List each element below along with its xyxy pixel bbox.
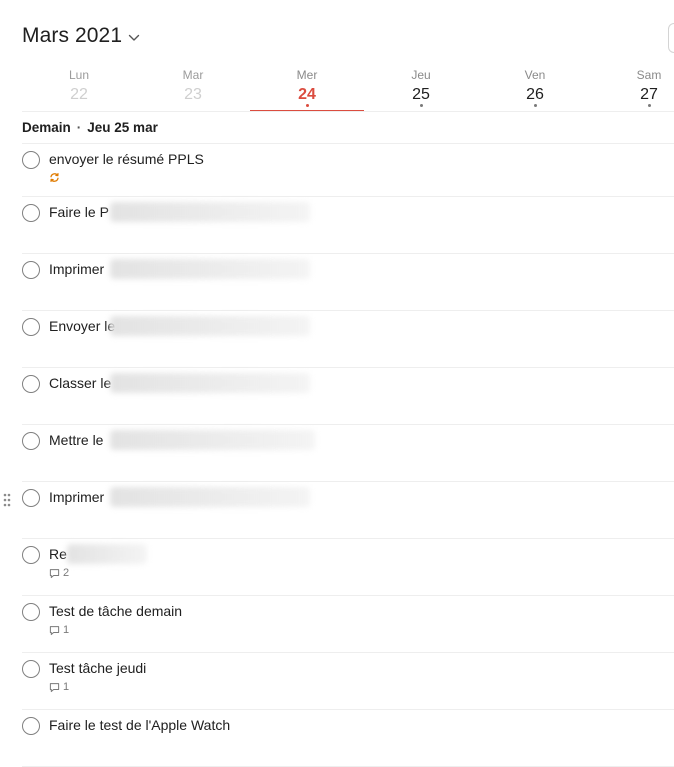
task-title[interactable]: Envoyer le (49, 318, 115, 334)
section-label: Demain (22, 120, 71, 135)
day-number: 24 (298, 86, 316, 103)
task-checkbox[interactable] (22, 660, 40, 678)
week-strip: Lun 22 Mar 23 Mer 24 Jeu 25 Ven 26 Sam 2… (22, 62, 674, 112)
task-indicator-dot (647, 104, 651, 107)
month-selector[interactable]: Mars 2021 (22, 24, 140, 48)
task-item[interactable]: Classer le (22, 368, 674, 425)
comment-icon (49, 682, 60, 692)
day-mon[interactable]: Lun 22 (22, 62, 136, 112)
redacted-text (110, 202, 310, 222)
day-fri[interactable]: Ven 26 (478, 62, 592, 112)
task-title[interactable]: Imprimer (49, 489, 104, 505)
task-checkbox[interactable] (22, 375, 40, 393)
task-checkbox[interactable] (22, 318, 40, 336)
task-indicator-dot (305, 104, 309, 107)
task-item[interactable]: Faire le test de l'Apple Watch (22, 710, 674, 767)
task-title[interactable]: Mettre le (49, 432, 103, 448)
task-title[interactable]: Faire le test de l'Apple Watch (49, 717, 230, 733)
task-checkbox[interactable] (22, 603, 40, 621)
week-divider (22, 111, 674, 112)
redacted-text (110, 373, 310, 393)
task-title[interactable]: Classer le (49, 375, 111, 391)
task-meta: 2 (49, 567, 69, 579)
day-number: 22 (70, 86, 88, 103)
task-checkbox[interactable] (22, 432, 40, 450)
comment-icon (49, 625, 60, 635)
redacted-text (110, 259, 310, 279)
task-checkbox[interactable] (22, 204, 40, 222)
task-checkbox[interactable] (22, 546, 40, 564)
task-item[interactable]: Imprimer (22, 254, 674, 311)
chevron-down-icon (128, 34, 140, 41)
recurring-icon (50, 173, 59, 182)
task-checkbox[interactable] (22, 717, 40, 735)
task-item[interactable]: Envoyer le (22, 311, 674, 368)
task-item[interactable]: Re 2 (22, 539, 674, 596)
task-list: envoyer le résumé PPLS Faire le P Imprim… (0, 144, 674, 767)
task-item[interactable]: Test de tâche demain 1 (22, 596, 674, 653)
comment-count: 2 (63, 567, 70, 579)
task-item[interactable]: Test tâche jeudi 1 (22, 653, 674, 710)
redacted-text (110, 430, 315, 450)
day-name: Ven (524, 68, 546, 82)
task-item[interactable]: envoyer le résumé PPLS (22, 144, 674, 197)
task-title[interactable]: envoyer le résumé PPLS (49, 151, 204, 167)
redacted-text (110, 316, 310, 336)
day-sat[interactable]: Sam 27 (592, 62, 674, 112)
task-title[interactable]: Test tâche jeudi (49, 660, 146, 676)
day-name: Jeu (411, 68, 431, 82)
redacted-text (110, 487, 310, 507)
task-checkbox[interactable] (22, 151, 40, 169)
task-meta: 1 (49, 681, 69, 693)
day-name: Mer (296, 68, 318, 82)
day-number: 27 (640, 86, 658, 103)
redacted-text (67, 544, 147, 564)
day-number: 26 (526, 86, 544, 103)
comment-icon (49, 568, 60, 578)
task-title[interactable]: Test de tâche demain (49, 603, 182, 619)
task-meta: 1 (49, 624, 69, 636)
day-thu[interactable]: Jeu 25 (364, 62, 478, 112)
day-name: Mar (182, 68, 204, 82)
task-item[interactable]: Mettre le (22, 425, 674, 482)
task-title[interactable]: Imprimer (49, 261, 104, 277)
task-indicator-dot (419, 104, 423, 107)
day-number: 23 (184, 86, 202, 103)
view-options-button[interactable] (668, 23, 674, 53)
day-name: Sam (636, 68, 662, 82)
day-tue[interactable]: Mar 23 (136, 62, 250, 112)
day-number: 25 (412, 86, 430, 103)
task-meta (49, 172, 63, 183)
task-item[interactable]: Faire le P (22, 197, 674, 254)
task-title[interactable]: Faire le P (49, 204, 109, 220)
day-wed[interactable]: Mer 24 (250, 62, 364, 112)
task-checkbox[interactable] (22, 261, 40, 279)
task-item[interactable]: Imprimer (22, 482, 674, 539)
comment-count: 1 (63, 681, 70, 693)
comment-count: 1 (63, 624, 70, 636)
section-header: Demain · Jeu 25 mar (22, 120, 158, 135)
task-indicator-dot (533, 104, 537, 107)
day-name: Lun (68, 68, 90, 82)
section-date: Jeu 25 mar (87, 120, 158, 135)
task-checkbox[interactable] (22, 489, 40, 507)
month-title: Mars 2021 (22, 24, 123, 47)
section-separator: · (76, 120, 82, 135)
task-title[interactable]: Re (49, 546, 67, 562)
